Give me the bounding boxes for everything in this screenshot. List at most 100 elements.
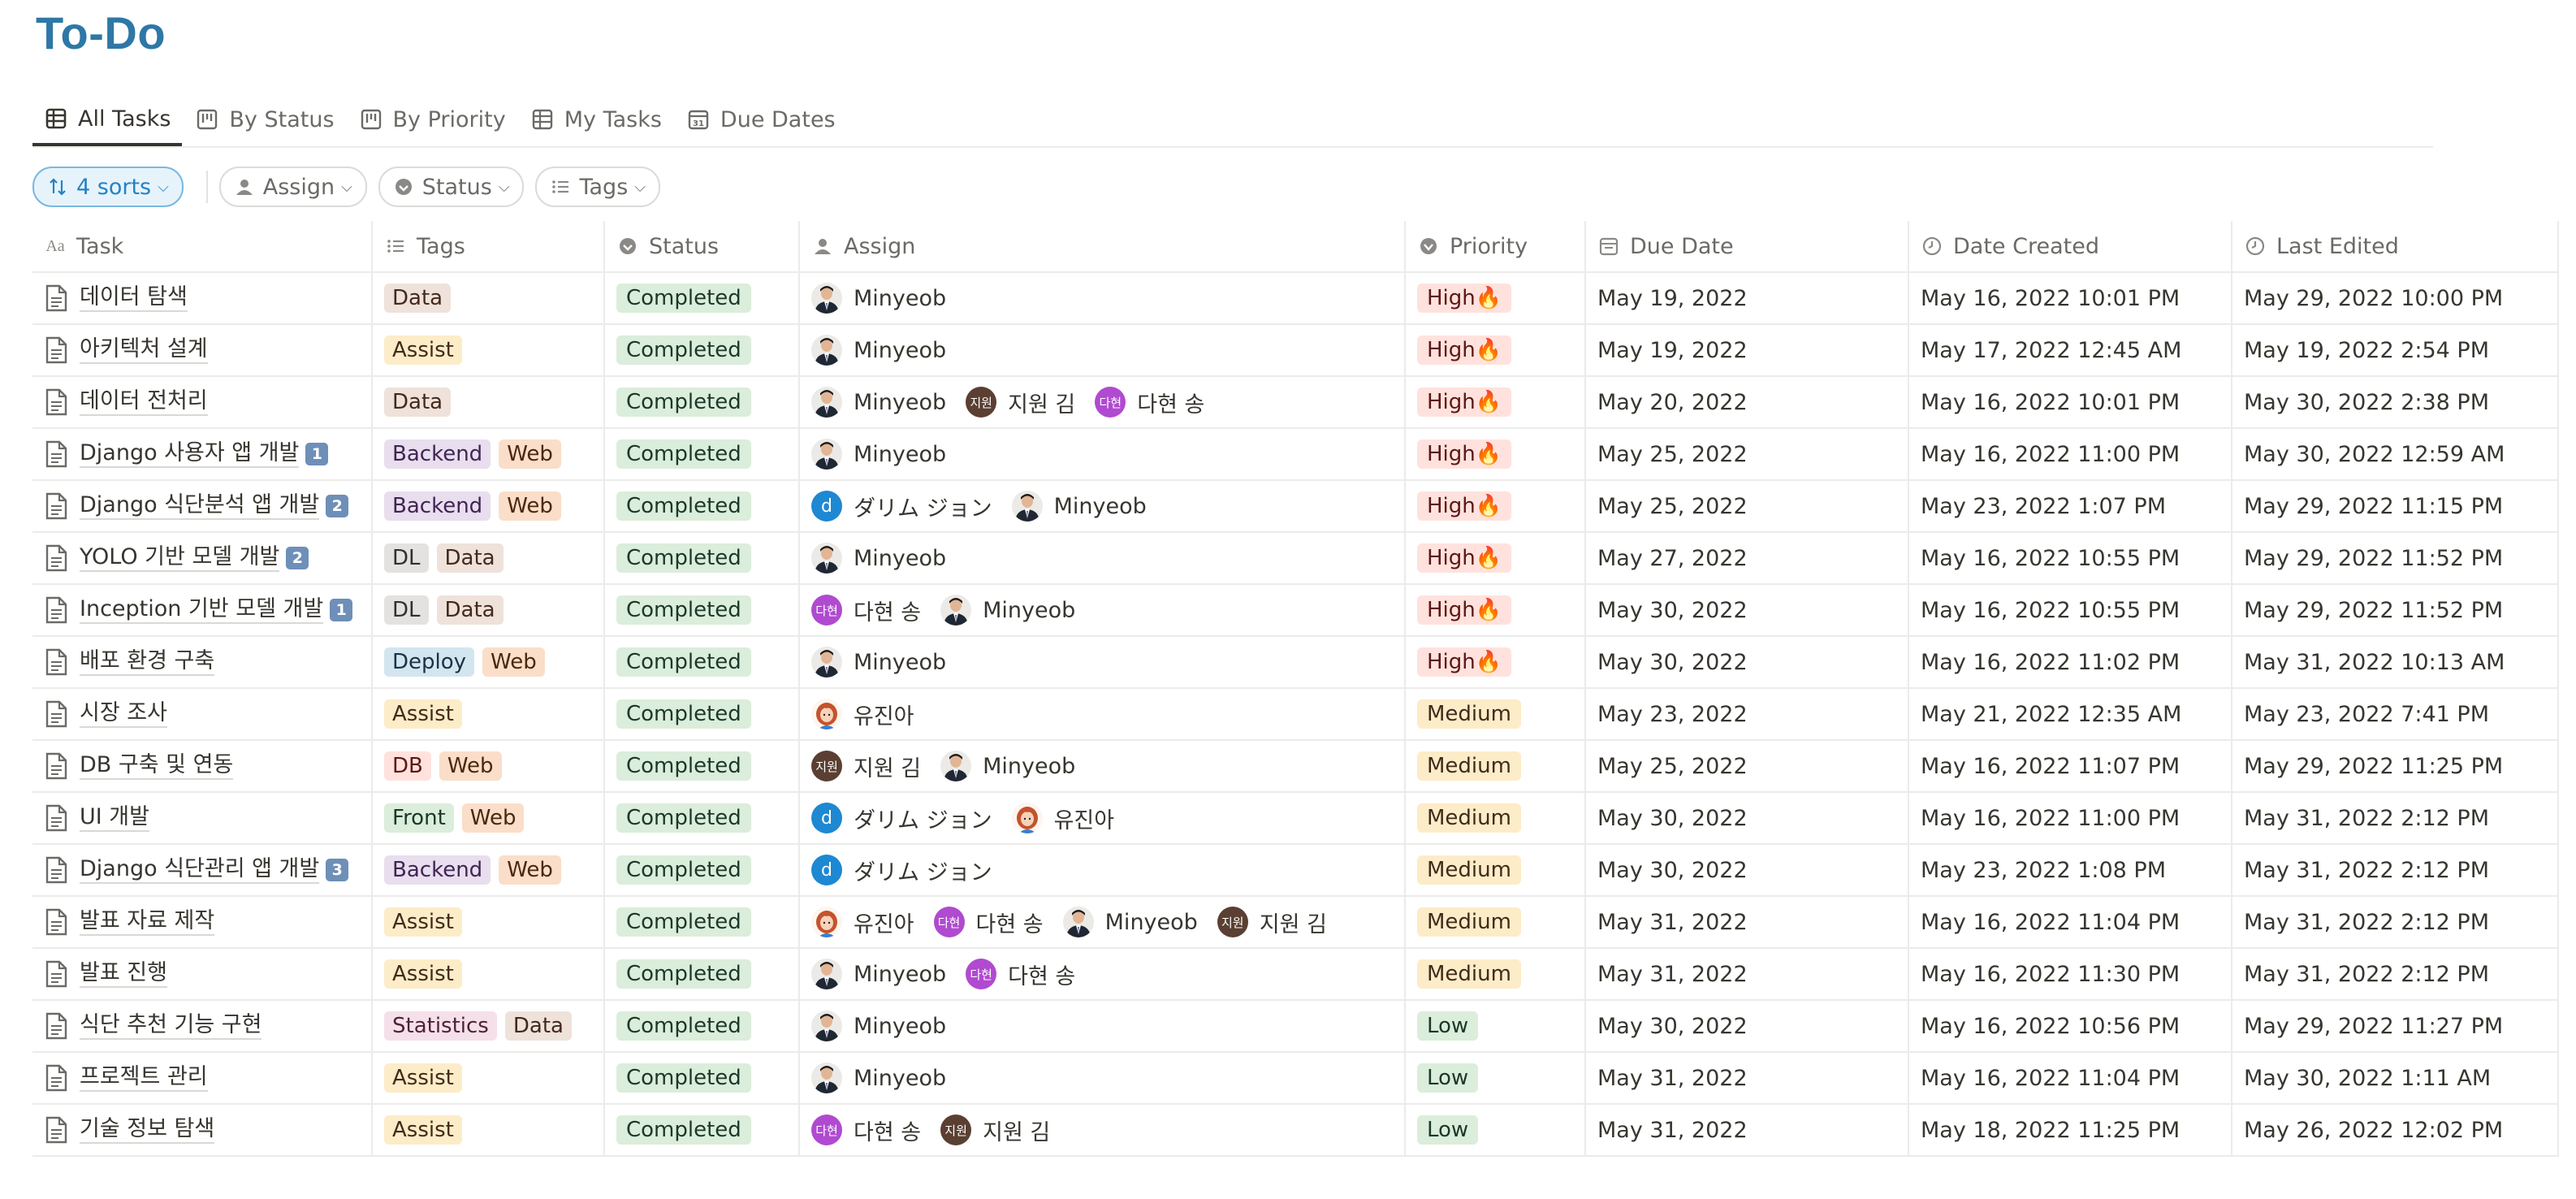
status-cell[interactable]: Completed xyxy=(603,947,800,1001)
due-date-cell[interactable]: May 19, 2022 xyxy=(1584,323,1909,377)
table-row[interactable]: 발표 진행 Assist Completed Minyeob 다현 다현 송 Medium M… xyxy=(32,947,2559,1001)
table-row[interactable]: YOLO 기반 모델 개발 2 DL Data Completed Minyeob High… xyxy=(32,531,2559,585)
due-date-cell[interactable]: May 25, 2022 xyxy=(1584,479,1909,533)
due-date-cell[interactable]: May 30, 2022 xyxy=(1584,791,1909,845)
due-date-cell[interactable]: May 19, 2022 xyxy=(1584,271,1909,325)
table-row[interactable]: Django 사용자 앱 개발 1 Backend Web Completed Minye… xyxy=(32,427,2559,481)
assign-cell[interactable]: 다현 다현 송 지원 지원 김 xyxy=(798,1103,1406,1157)
priority-cell[interactable]: High🔥 xyxy=(1404,323,1586,377)
task-cell[interactable]: 아키텍처 설계 xyxy=(32,323,373,377)
tags-cell[interactable]: Assist xyxy=(371,947,605,1001)
task-name[interactable]: YOLO 기반 모델 개발 xyxy=(80,544,280,572)
due-date-cell[interactable]: May 27, 2022 xyxy=(1584,531,1909,585)
table-row[interactable]: 발표 자료 제작 Assist Completed 유진아 다현 다현 송 Minyeob 지… xyxy=(32,895,2559,949)
task-cell[interactable]: Django 식단분석 앱 개발 2 xyxy=(32,479,373,533)
column-header-task[interactable]: Aa Task xyxy=(32,221,373,273)
task-cell[interactable]: Django 식단관리 앱 개발 3 xyxy=(32,843,373,897)
status-cell[interactable]: Completed xyxy=(603,791,800,845)
table-row[interactable]: UI 개발 Front Web Completed d ダリム ジョン 유진아 Medium M… xyxy=(32,791,2559,845)
due-date-cell[interactable]: May 30, 2022 xyxy=(1584,843,1909,897)
tags-cell[interactable]: Assist xyxy=(371,1051,605,1105)
sort-button[interactable]: 4 sorts ⌵ xyxy=(32,167,184,207)
priority-cell[interactable]: Low xyxy=(1404,999,1586,1053)
priority-cell[interactable]: High🔥 xyxy=(1404,271,1586,325)
task-name[interactable]: 배포 환경 구축 xyxy=(80,648,215,676)
status-cell[interactable]: Completed xyxy=(603,531,800,585)
column-header-status[interactable]: Status xyxy=(603,221,800,273)
column-header-date-created[interactable]: Date Created xyxy=(1908,221,2232,273)
task-name[interactable]: Django 식단관리 앱 개발 xyxy=(80,856,320,884)
assign-cell[interactable]: Minyeob xyxy=(798,531,1406,585)
status-cell[interactable]: Completed xyxy=(603,271,800,325)
status-cell[interactable]: Completed xyxy=(603,583,800,637)
assign-filter[interactable]: Assign ⌵ xyxy=(218,167,367,207)
status-cell[interactable]: Completed xyxy=(603,635,800,689)
tab-by-priority[interactable]: By Priority xyxy=(348,94,517,145)
tags-cell[interactable]: Assist xyxy=(371,323,605,377)
tags-cell[interactable]: Backend Web xyxy=(371,427,605,481)
table-row[interactable]: 프로젝트 관리 Assist Completed Minyeob Low May 31, … xyxy=(32,1051,2559,1105)
task-cell[interactable]: 기술 정보 탐색 xyxy=(32,1103,373,1157)
table-row[interactable]: Django 식단관리 앱 개발 3 Backend Web Completed d ダリム… xyxy=(32,843,2559,897)
table-row[interactable]: DB 구축 및 연동 DB Web Completed 지원 지원 김 Minyeob Med… xyxy=(32,739,2559,793)
status-cell[interactable]: Completed xyxy=(603,427,800,481)
assign-cell[interactable]: 유진아 xyxy=(798,687,1406,741)
assign-cell[interactable]: d ダリム ジョン 유진아 xyxy=(798,791,1406,845)
task-name[interactable]: DB 구축 및 연동 xyxy=(80,752,234,780)
tags-filter[interactable]: Tags ⌵ xyxy=(535,167,660,207)
table-row[interactable]: Django 식단분석 앱 개발 2 Backend Web Completed d ダリム… xyxy=(32,479,2559,533)
task-cell[interactable]: UI 개발 xyxy=(32,791,373,845)
tags-cell[interactable]: Front Web xyxy=(371,791,605,845)
status-cell[interactable]: Completed xyxy=(603,323,800,377)
task-name[interactable]: 식단 추천 기능 구현 xyxy=(80,1012,262,1040)
tags-cell[interactable]: DL Data xyxy=(371,531,605,585)
tags-cell[interactable]: Backend Web xyxy=(371,843,605,897)
priority-cell[interactable]: Medium xyxy=(1404,791,1586,845)
priority-cell[interactable]: Medium xyxy=(1404,739,1586,793)
task-cell[interactable]: 배포 환경 구축 xyxy=(32,635,373,689)
priority-cell[interactable]: Medium xyxy=(1404,947,1586,1001)
assign-cell[interactable]: Minyeob xyxy=(798,427,1406,481)
due-date-cell[interactable]: May 30, 2022 xyxy=(1584,583,1909,637)
column-header-tags[interactable]: Tags xyxy=(371,221,605,273)
tags-cell[interactable]: Deploy Web xyxy=(371,635,605,689)
task-name[interactable]: Django 사용자 앱 개발 xyxy=(80,440,300,468)
tags-cell[interactable]: Statistics Data xyxy=(371,999,605,1053)
priority-cell[interactable]: High🔥 xyxy=(1404,531,1586,585)
due-date-cell[interactable]: May 31, 2022 xyxy=(1584,1103,1909,1157)
task-cell[interactable]: 발표 진행 xyxy=(32,947,373,1001)
task-cell[interactable]: Django 사용자 앱 개발 1 xyxy=(32,427,373,481)
status-cell[interactable]: Completed xyxy=(603,843,800,897)
assign-cell[interactable]: Minyeob xyxy=(798,271,1406,325)
priority-cell[interactable]: Low xyxy=(1404,1103,1586,1157)
status-cell[interactable]: Completed xyxy=(603,1103,800,1157)
task-cell[interactable]: 프로젝트 관리 xyxy=(32,1051,373,1105)
column-header-due-date[interactable]: Due Date xyxy=(1584,221,1909,273)
priority-cell[interactable]: Medium xyxy=(1404,687,1586,741)
table-row[interactable]: 데이터 탐색 Data Completed Minyeob High🔥 May 19, 2… xyxy=(32,271,2559,325)
priority-cell[interactable]: High🔥 xyxy=(1404,479,1586,533)
column-header-assign[interactable]: Assign xyxy=(798,221,1406,273)
due-date-cell[interactable]: May 31, 2022 xyxy=(1584,1051,1909,1105)
status-filter[interactable]: Status ⌵ xyxy=(378,167,525,207)
task-name[interactable]: 데이터 탐색 xyxy=(80,284,188,312)
task-name[interactable]: UI 개발 xyxy=(80,804,149,832)
status-cell[interactable]: Completed xyxy=(603,687,800,741)
task-name[interactable]: 아키텍처 설계 xyxy=(80,336,208,364)
priority-cell[interactable]: Medium xyxy=(1404,895,1586,949)
column-header-priority[interactable]: Priority xyxy=(1404,221,1586,273)
priority-cell[interactable]: High🔥 xyxy=(1404,375,1586,429)
table-row[interactable]: 식단 추천 기능 구현 Statistics Data Completed Minyeo… xyxy=(32,999,2559,1053)
task-name[interactable]: 시장 조사 xyxy=(80,700,167,728)
priority-cell[interactable]: Medium xyxy=(1404,843,1586,897)
due-date-cell[interactable]: May 23, 2022 xyxy=(1584,687,1909,741)
tags-cell[interactable]: Data xyxy=(371,375,605,429)
column-header-last-edited[interactable]: Last Edited xyxy=(2231,221,2559,273)
task-cell[interactable]: 데이터 탐색 xyxy=(32,271,373,325)
table-row[interactable]: 배포 환경 구축 Deploy Web Completed Minyeob High🔥 Ma… xyxy=(32,635,2559,689)
task-cell[interactable]: 식단 추천 기능 구현 xyxy=(32,999,373,1053)
tab-by-status[interactable]: By Status xyxy=(184,94,345,145)
due-date-cell[interactable]: May 25, 2022 xyxy=(1584,739,1909,793)
task-name[interactable]: Django 식단분석 앱 개발 xyxy=(80,492,320,520)
task-name[interactable]: 데이터 전처리 xyxy=(80,388,208,416)
